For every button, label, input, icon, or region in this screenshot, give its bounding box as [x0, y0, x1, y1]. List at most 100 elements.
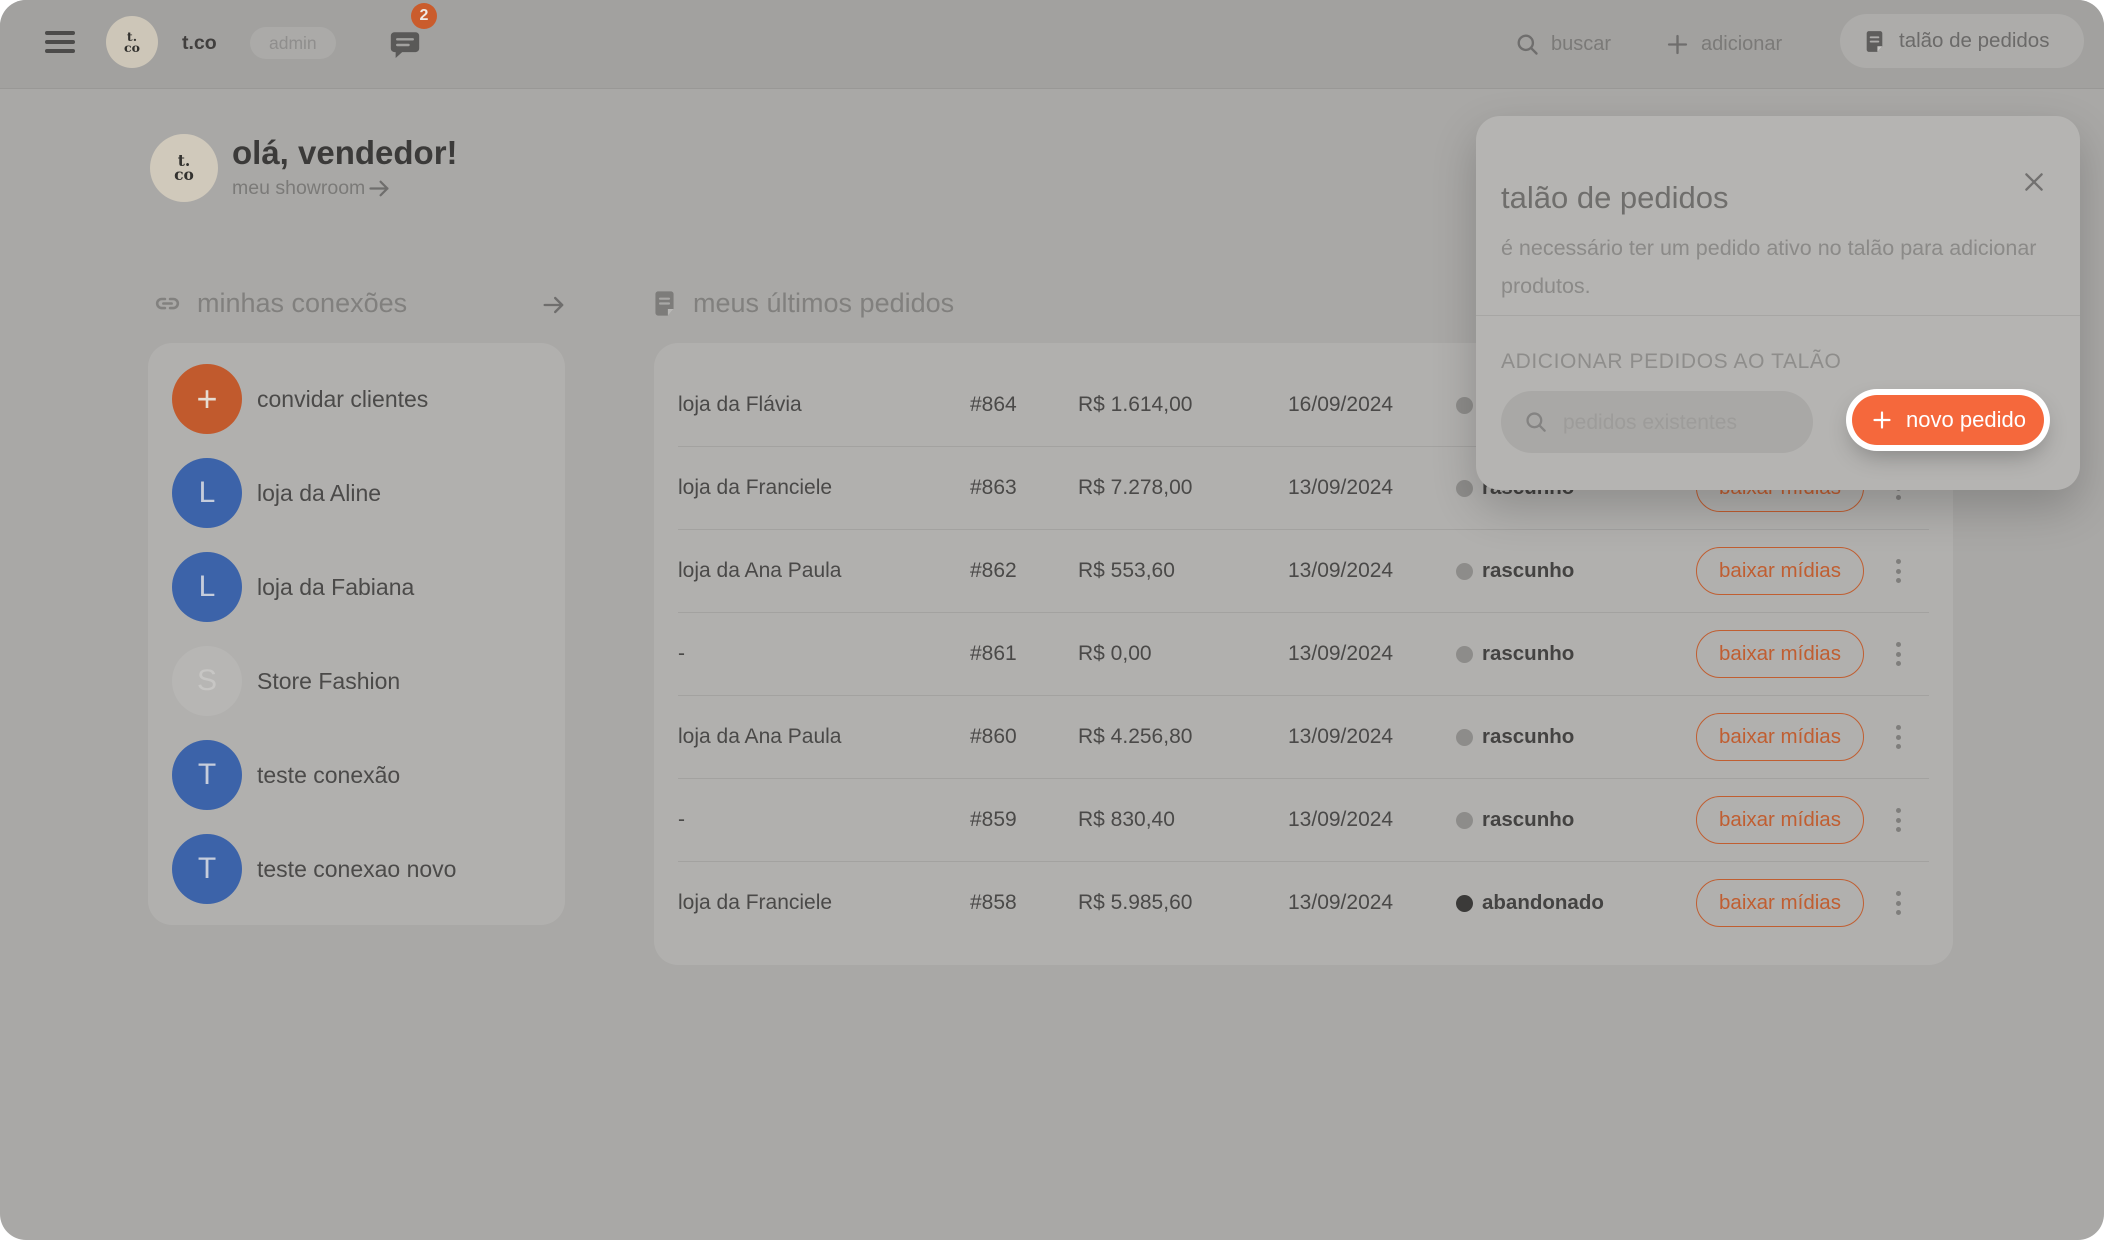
order-number: #858 [970, 891, 1078, 915]
connection-item[interactable]: S Store Fashion [148, 634, 565, 728]
connection-item[interactable]: L loja da Fabiana [148, 540, 565, 634]
download-media-button[interactable]: baixar mídias [1696, 796, 1864, 844]
plus-icon [1664, 31, 1691, 58]
order-client: loja da Franciele [678, 891, 970, 915]
order-client: loja da Flávia [678, 393, 970, 417]
order-total: R$ 7.278,00 [1078, 476, 1288, 500]
order-total: R$ 553,60 [1078, 559, 1288, 583]
hamburger-menu-icon[interactable] [45, 31, 75, 55]
chat-icon[interactable] [388, 28, 422, 62]
connections-header: minhas conexões [152, 288, 407, 319]
order-number: #861 [970, 642, 1078, 666]
order-number: #863 [970, 476, 1078, 500]
order-number: #862 [970, 559, 1078, 583]
order-date: 13/09/2024 [1288, 808, 1456, 832]
order-status: rascunho [1456, 559, 1686, 583]
plus-icon [1870, 408, 1894, 432]
status-dot-icon [1456, 480, 1473, 497]
order-date: 13/09/2024 [1288, 642, 1456, 666]
order-pad-icon [1862, 29, 1887, 54]
connection-item[interactable]: T teste conexão [148, 728, 565, 822]
order-total: R$ 830,40 [1078, 808, 1288, 832]
order-total: R$ 5.985,60 [1078, 891, 1288, 915]
order-client: loja da Ana Paula [678, 725, 970, 749]
order-total: R$ 4.256,80 [1078, 725, 1288, 749]
add-button[interactable]: adicionar [1664, 0, 1782, 88]
connection-avatar: S [172, 646, 242, 716]
connection-item[interactable]: T teste conexao novo [148, 822, 565, 916]
brand-logo[interactable]: t. co [106, 16, 158, 68]
kebab-menu-icon[interactable] [1890, 885, 1907, 921]
top-navbar: t. co t.co admin 2 buscar adicionar talã… [0, 0, 2104, 89]
table-row: loja da Ana Paula #862 R$ 553,60 13/09/2… [678, 529, 1929, 612]
divider [1476, 315, 2080, 316]
table-row: - #859 R$ 830,40 13/09/2024 rascunho bai… [678, 778, 1929, 861]
order-status: rascunho [1456, 725, 1686, 749]
brand-name: t.co [182, 32, 217, 55]
popover-title: talão de pedidos [1501, 180, 1729, 216]
order-date: 13/09/2024 [1288, 559, 1456, 583]
order-number: #864 [970, 393, 1078, 417]
connection-item[interactable]: L loja da Aline [148, 446, 565, 540]
order-total: R$ 0,00 [1078, 642, 1288, 666]
kebab-menu-icon[interactable] [1890, 719, 1907, 755]
search-icon [1514, 31, 1541, 58]
connections-arrow-icon[interactable] [540, 291, 568, 319]
existing-orders-input[interactable] [1561, 391, 1800, 455]
orders-header: meus últimos pedidos [650, 288, 954, 319]
order-client: loja da Franciele [678, 476, 970, 500]
order-client: loja da Ana Paula [678, 559, 970, 583]
order-date: 13/09/2024 [1288, 725, 1456, 749]
kebab-menu-icon[interactable] [1890, 553, 1907, 589]
orders-title: meus últimos pedidos [693, 288, 954, 319]
download-media-button[interactable]: baixar mídias [1696, 879, 1864, 927]
connections-card: + convidar clientes L loja da Aline L lo… [148, 343, 565, 925]
status-dot-icon [1456, 563, 1473, 580]
download-media-button[interactable]: baixar mídias [1696, 630, 1864, 678]
order-date: 16/09/2024 [1288, 393, 1456, 417]
search-icon [1523, 409, 1549, 440]
status-dot-icon [1456, 729, 1473, 746]
kebab-menu-icon[interactable] [1890, 802, 1907, 838]
arrow-right-icon[interactable] [366, 175, 393, 202]
showroom-link[interactable]: meu showroom [232, 177, 365, 200]
download-media-button[interactable]: baixar mídias [1696, 713, 1864, 761]
add-label: adicionar [1701, 33, 1782, 56]
table-row: loja da Franciele #858 R$ 5.985,60 13/09… [678, 861, 1929, 944]
order-date: 13/09/2024 [1288, 891, 1456, 915]
status-dot-icon [1456, 812, 1473, 829]
status-dot-icon [1456, 895, 1473, 912]
download-media-button[interactable]: baixar mídias [1696, 547, 1864, 595]
kebab-menu-icon[interactable] [1890, 636, 1907, 672]
order-client: - [678, 808, 970, 832]
connection-avatar: T [172, 740, 242, 810]
app-screen: t. co t.co admin 2 buscar adicionar talã… [0, 0, 2104, 1240]
order-status: abandonado [1456, 891, 1686, 915]
admin-badge: admin [250, 27, 336, 59]
table-row: loja da Ana Paula #860 R$ 4.256,80 13/09… [678, 695, 1929, 778]
popover-section-label: ADICIONAR PEDIDOS AO TALÃO [1501, 350, 1841, 374]
connections-title: minhas conexões [197, 288, 407, 319]
search-button[interactable]: buscar [1514, 0, 1611, 88]
status-dot-icon [1456, 397, 1473, 414]
new-order-label: novo pedido [1906, 407, 2026, 433]
new-order-button[interactable]: novo pedido [1852, 395, 2044, 445]
connection-avatar: T [172, 834, 242, 904]
order-pad-button[interactable]: talão de pedidos [1840, 14, 2084, 68]
order-date: 13/09/2024 [1288, 476, 1456, 500]
order-pad-popover: talão de pedidos é necessário ter um ped… [1476, 116, 2080, 490]
orders-icon [650, 289, 679, 318]
popover-body: é necessário ter um pedido ativo no talã… [1501, 229, 2046, 305]
search-label: buscar [1551, 33, 1611, 56]
connection-avatar: L [172, 458, 242, 528]
existing-orders-search[interactable] [1501, 391, 1813, 453]
connection-item-invite[interactable]: + convidar clientes [148, 352, 565, 446]
close-icon[interactable] [2021, 169, 2047, 195]
connection-avatar: L [172, 552, 242, 622]
order-pad-label: talão de pedidos [1899, 29, 2049, 53]
order-status: rascunho [1456, 642, 1686, 666]
user-avatar: t. co [150, 134, 218, 202]
invite-plus-avatar: + [172, 364, 242, 434]
order-total: R$ 1.614,00 [1078, 393, 1288, 417]
status-dot-icon [1456, 646, 1473, 663]
